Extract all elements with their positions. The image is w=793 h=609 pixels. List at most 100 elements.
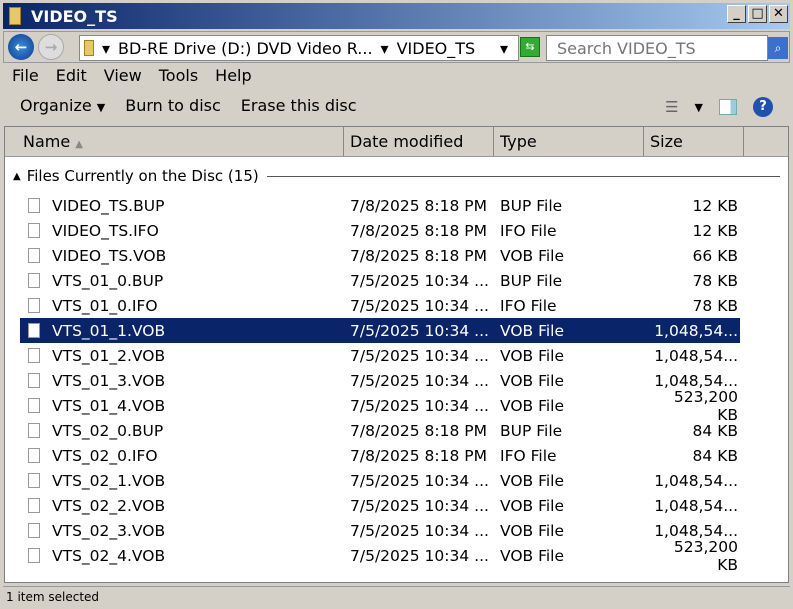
file-row[interactable]: VTS_02_0.BUP 7/8/2025 8:18 PM BUP File 8… xyxy=(20,418,740,443)
file-name: VTS_02_0.BUP xyxy=(52,421,164,440)
menu-file[interactable]: File xyxy=(12,66,39,85)
file-size: 1,048,54... xyxy=(654,496,738,515)
file-name-cell: VTS_02_1.VOB xyxy=(20,472,350,490)
file-size: 12 KB xyxy=(692,196,738,215)
file-type: BUP File xyxy=(500,271,563,290)
file-type: IFO File xyxy=(500,446,557,465)
file-icon xyxy=(28,448,40,463)
file-name-cell: VIDEO_TS.IFO xyxy=(20,222,350,240)
collapse-icon[interactable]: ▲ xyxy=(13,171,21,182)
file-icon xyxy=(28,198,40,213)
file-icon xyxy=(28,348,40,363)
file-date: 7/8/2025 8:18 PM xyxy=(350,221,487,240)
file-name: VTS_02_3.VOB xyxy=(52,521,166,540)
file-row[interactable]: VIDEO_TS.IFO 7/8/2025 8:18 PM IFO File 1… xyxy=(20,218,740,243)
forward-button[interactable]: → xyxy=(38,34,64,60)
file-row[interactable]: VTS_01_1.VOB 7/5/2025 10:34 ... VOB File… xyxy=(19,317,741,344)
file-date: 7/8/2025 8:18 PM xyxy=(350,421,487,440)
refresh-icon[interactable]: ⇆ xyxy=(520,37,540,57)
file-type: VOB File xyxy=(500,371,565,390)
menu-help[interactable]: Help xyxy=(215,66,251,85)
help-icon[interactable]: ? xyxy=(753,97,773,117)
file-row[interactable]: VTS_02_0.IFO 7/8/2025 8:18 PM IFO File 8… xyxy=(20,443,740,468)
file-type: IFO File xyxy=(500,296,557,315)
chevron-down-icon[interactable]: ▾ xyxy=(102,39,110,58)
folder-icon xyxy=(84,40,94,56)
file-name-cell: VTS_01_0.BUP xyxy=(20,272,350,290)
file-size: 84 KB xyxy=(692,446,738,465)
menu-tools[interactable]: Tools xyxy=(159,66,198,85)
file-row[interactable]: VTS_01_4.VOB 7/5/2025 10:34 ... VOB File… xyxy=(20,388,740,424)
column-date[interactable]: Date modified xyxy=(344,127,494,156)
file-icon xyxy=(28,248,40,263)
file-row[interactable]: VTS_01_0.BUP 7/5/2025 10:34 ... BUP File… xyxy=(20,268,740,293)
maximize-button[interactable]: □ xyxy=(748,5,767,23)
column-name[interactable]: Name ▲ xyxy=(5,127,344,156)
file-row[interactable]: VTS_01_3.VOB 7/5/2025 10:34 ... VOB File… xyxy=(20,368,740,393)
file-date: 7/8/2025 8:18 PM xyxy=(350,446,487,465)
file-row[interactable]: VTS_02_2.VOB 7/5/2025 10:34 ... VOB File… xyxy=(20,493,740,518)
minimize-button[interactable]: _ xyxy=(727,5,746,23)
file-type: IFO File xyxy=(500,221,557,240)
breadcrumb[interactable]: ▾ BD-RE Drive (D:) DVD Video R... ▾ VIDE… xyxy=(79,35,519,61)
file-row[interactable]: VTS_02_4.VOB 7/5/2025 10:34 ... VOB File… xyxy=(20,538,740,574)
file-icon xyxy=(28,523,40,538)
file-name: VIDEO_TS.IFO xyxy=(52,221,159,240)
file-date: 7/5/2025 10:34 ... xyxy=(350,346,489,365)
file-size: 1,048,54... xyxy=(654,346,738,365)
file-icon xyxy=(28,498,40,513)
file-row[interactable]: VIDEO_TS.VOB 7/8/2025 8:18 PM VOB File 6… xyxy=(20,243,740,268)
file-date: 7/5/2025 10:34 ... xyxy=(350,371,489,390)
file-name-cell: VTS_01_4.VOB xyxy=(20,397,350,415)
preview-pane-icon[interactable] xyxy=(719,99,737,115)
burn-button[interactable]: Burn to disc xyxy=(125,96,221,115)
menu-bar: File Edit View Tools Help xyxy=(12,66,252,85)
sort-up-icon: ▲ xyxy=(75,139,83,150)
file-type: VOB File xyxy=(500,246,565,265)
erase-button[interactable]: Erase this disc xyxy=(241,96,357,115)
file-row[interactable]: VTS_02_1.VOB 7/5/2025 10:34 ... VOB File… xyxy=(20,468,740,493)
file-type: VOB File xyxy=(500,471,565,490)
file-icon xyxy=(28,223,40,238)
view-details-icon[interactable]: ☰ xyxy=(665,98,678,116)
chevron-down-icon[interactable]: ▼ xyxy=(695,101,703,114)
file-size: 84 KB xyxy=(692,421,738,440)
breadcrumb-folder[interactable]: VIDEO_TS xyxy=(397,39,476,58)
file-size: 78 KB xyxy=(692,271,738,290)
file-icon xyxy=(28,273,40,288)
back-button[interactable]: ← xyxy=(8,34,34,60)
title-bar: VIDEO_TS _ □ ✕ xyxy=(3,3,790,29)
chevron-down-icon[interactable]: ▾ xyxy=(381,39,389,58)
file-icon xyxy=(28,423,40,438)
file-name-cell: VTS_02_0.BUP xyxy=(20,422,350,440)
file-icon xyxy=(28,373,40,388)
menu-edit[interactable]: Edit xyxy=(56,66,87,85)
address-bar: ← → ▾ BD-RE Drive (D:) DVD Video R... ▾ … xyxy=(3,31,790,63)
search-icon[interactable]: ⌕ xyxy=(768,37,788,59)
file-row[interactable]: VTS_02_3.VOB 7/5/2025 10:34 ... VOB File… xyxy=(20,518,740,543)
search-input[interactable] xyxy=(546,35,768,61)
menu-view[interactable]: View xyxy=(104,66,142,85)
file-name-cell: VTS_01_0.IFO xyxy=(20,297,350,315)
column-size[interactable]: Size xyxy=(644,127,744,156)
file-row[interactable]: VTS_01_2.VOB 7/5/2025 10:34 ... VOB File… xyxy=(20,343,740,368)
file-icon xyxy=(28,473,40,488)
file-size: 12 KB xyxy=(692,221,738,240)
file-name: VTS_02_4.VOB xyxy=(52,546,166,565)
file-date: 7/8/2025 8:18 PM xyxy=(350,246,487,265)
file-type: VOB File xyxy=(500,546,565,565)
file-name: VTS_02_0.IFO xyxy=(52,446,158,465)
column-type[interactable]: Type xyxy=(494,127,644,156)
breadcrumb-drive[interactable]: BD-RE Drive (D:) DVD Video R... xyxy=(118,39,373,58)
group-header[interactable]: ▲ Files Currently on the Disc (15) xyxy=(13,167,780,185)
file-date: 7/5/2025 10:34 ... xyxy=(350,546,489,565)
file-row[interactable]: VTS_01_0.IFO 7/5/2025 10:34 ... IFO File… xyxy=(20,293,740,318)
file-size: 1,048,54... xyxy=(654,471,738,490)
file-name: VTS_01_4.VOB xyxy=(52,396,166,415)
address-dropdown-icon[interactable]: ▾ xyxy=(500,39,508,58)
file-list: Name ▲ Date modified Type Size ▲ Files C… xyxy=(4,126,789,583)
close-button[interactable]: ✕ xyxy=(769,5,788,23)
organize-button[interactable]: Organize ▼ xyxy=(20,96,105,115)
file-type: VOB File xyxy=(500,321,565,340)
file-row[interactable]: VIDEO_TS.BUP 7/8/2025 8:18 PM BUP File 1… xyxy=(20,193,740,218)
